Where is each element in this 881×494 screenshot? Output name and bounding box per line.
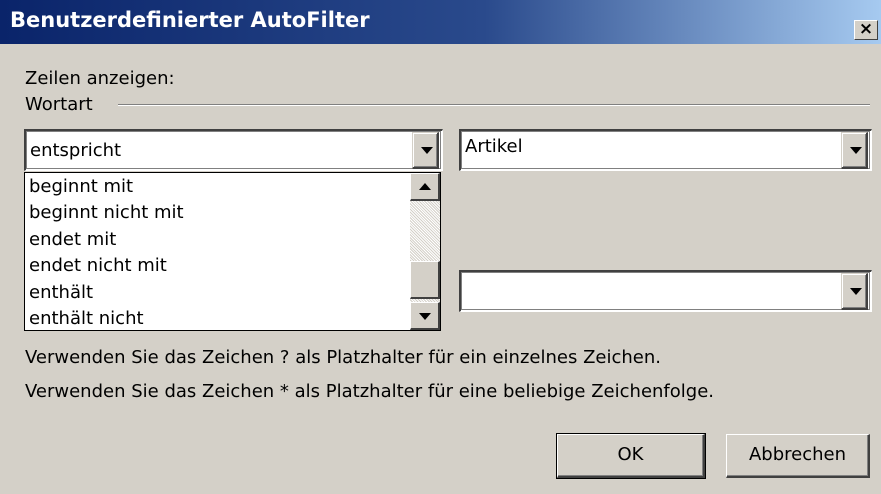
dialog-title: Benutzerdefinierter AutoFilter (10, 8, 370, 32)
close-button[interactable]: × (854, 20, 878, 40)
scrollbar[interactable] (410, 173, 440, 330)
arrow-up-icon (419, 183, 431, 190)
scrollbar-thumb[interactable] (410, 261, 440, 299)
scroll-down-button[interactable] (410, 302, 440, 330)
list-item[interactable]: enthält (29, 282, 93, 303)
condition1-operator-value: entspricht (30, 140, 122, 161)
chevron-down-icon (850, 147, 862, 154)
group-divider (118, 104, 870, 106)
hint-single-char: Verwenden Sie das Zeichen ? als Platzhal… (25, 347, 661, 368)
list-item[interactable]: enthält nicht (29, 308, 144, 329)
operator-dropdown-list[interactable]: beginnt mit beginnt nicht mit endet mit … (24, 172, 441, 331)
title-bar: Benutzerdefinierter AutoFilter × (0, 0, 881, 45)
scroll-up-button[interactable] (410, 173, 440, 201)
close-icon: × (858, 19, 874, 39)
field-group-label: Wortart (25, 94, 93, 115)
condition1-value-select[interactable]: Artikel (459, 129, 872, 171)
condition1-operator-dropdown-button[interactable] (412, 132, 439, 169)
condition2-value-dropdown-button[interactable] (841, 273, 868, 310)
arrow-down-icon (419, 313, 431, 320)
hint-any-chars: Verwenden Sie das Zeichen * als Platzhal… (25, 381, 714, 402)
condition2-value-select[interactable] (459, 270, 872, 312)
list-item[interactable]: beginnt mit (29, 176, 133, 197)
cancel-button[interactable]: Abbrechen (726, 434, 870, 478)
list-item[interactable]: endet mit (29, 229, 116, 250)
ok-button[interactable]: OK (556, 433, 706, 479)
condition1-operator-select[interactable]: entspricht (24, 129, 443, 171)
condition1-value-dropdown-button[interactable] (841, 132, 868, 169)
show-rows-label: Zeilen anzeigen: (25, 68, 175, 89)
chevron-down-icon (850, 288, 862, 295)
condition1-value-text: Artikel (465, 136, 523, 157)
chevron-down-icon (421, 147, 433, 154)
list-item[interactable]: beginnt nicht mit (29, 202, 184, 223)
list-item[interactable]: endet nicht mit (29, 255, 167, 276)
